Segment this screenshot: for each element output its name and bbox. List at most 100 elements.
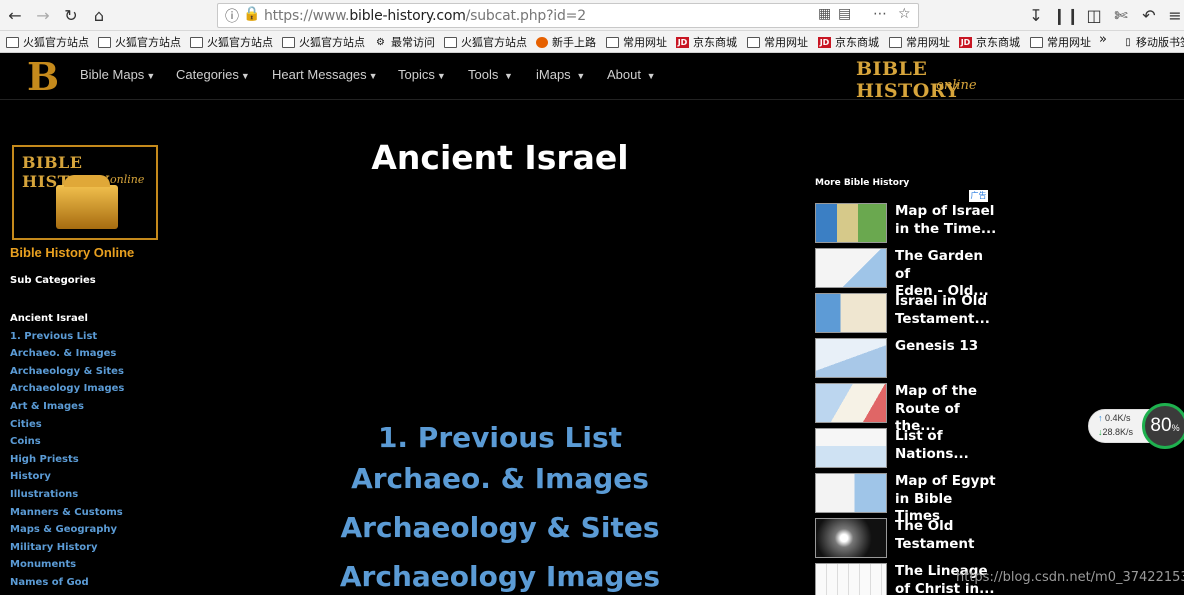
sidebar-site-title[interactable]: Bible History Online — [10, 245, 134, 260]
jd-icon: JD — [959, 36, 972, 48]
page-title: Ancient Israel — [371, 138, 629, 177]
bookmark-item[interactable]: 新手上路 — [536, 34, 596, 50]
gear-icon: ⚙ — [376, 36, 385, 48]
sub-categories-list: Ancient Israel 1. Previous List Archaeo.… — [10, 310, 190, 592]
related-item[interactable]: Map of Egypt in Bible Times — [815, 473, 1005, 524]
related-item[interactable]: Genesis 13 — [815, 338, 1005, 378]
more-bible-history-heading: More Bible History — [815, 178, 910, 188]
bookmark-item[interactable]: 火狐官方站点 — [6, 34, 89, 50]
related-item[interactable]: List of Nations... — [815, 428, 1005, 468]
folder-icon — [889, 36, 902, 48]
related-line2: Testament — [895, 535, 975, 552]
related-line1: Map of the — [895, 383, 977, 399]
reader-view-icon[interactable]: ▤ — [838, 6, 851, 22]
bookmark-item[interactable]: 常用网址 — [606, 34, 667, 50]
mobile-bookmarks[interactable]: ▯ 移动版书签 — [1124, 34, 1184, 50]
watermark: https://blog.csdn.net/m0_37422153 — [956, 570, 1184, 585]
bookmark-item[interactable]: 火狐官方站点 — [444, 34, 527, 50]
bookmarks-overflow-button[interactable]: » — [1099, 32, 1107, 47]
sub-category-item[interactable]: Art & Images — [10, 398, 190, 416]
lock-icon[interactable]: 🔒 — [243, 6, 260, 22]
undo-icon[interactable]: ↶ — [1138, 4, 1160, 26]
bookmark-item[interactable]: 常用网址 — [889, 34, 950, 50]
related-item-title: Genesis 13 — [895, 338, 1000, 356]
ad-badge[interactable]: 广告 — [969, 190, 988, 202]
bookmark-item[interactable]: 火狐官方站点 — [98, 34, 181, 50]
bookmark-label: 最常访问 — [391, 36, 435, 49]
qr-code-icon[interactable]: ▦ — [818, 6, 831, 22]
map-thumbnail — [815, 338, 887, 378]
sub-category-item[interactable]: 1. Previous List — [10, 328, 190, 346]
screenshot-icon[interactable]: ✄ — [1110, 4, 1132, 26]
main-link-archaeology-sites[interactable]: Archaeology & Sites — [280, 511, 720, 544]
sub-category-item[interactable]: High Priests — [10, 451, 190, 469]
bookmark-label: 新手上路 — [552, 36, 596, 49]
sub-category-item[interactable]: Manners & Customs — [10, 504, 190, 522]
sub-category-item[interactable]: Maps & Geography — [10, 521, 190, 539]
forward-icon[interactable]: → — [32, 4, 54, 26]
sub-category-item[interactable]: Military History — [10, 539, 190, 557]
info-icon[interactable]: ⓘ — [225, 6, 239, 26]
brand-logo[interactable]: BIBLE HISTORY online — [856, 58, 1006, 102]
back-icon[interactable]: ← — [4, 4, 26, 26]
network-speed-widget[interactable]: ↑ 0.4K/s ↓28.8K/s 80% — [1088, 403, 1184, 449]
reload-icon[interactable]: ↻ — [60, 4, 82, 26]
related-item[interactable]: Israel in Old Testament... — [815, 293, 1005, 333]
related-item[interactable]: Map of the Route of the... — [815, 383, 1005, 434]
sub-category-item[interactable]: Archaeo. & Images — [10, 345, 190, 363]
nav-categories[interactable]: Categories ▼ — [176, 67, 250, 82]
home-icon[interactable]: ⌂ — [88, 4, 110, 26]
usage-gauge[interactable]: 80% — [1142, 403, 1184, 449]
more-actions-icon[interactable]: ⋯ — [873, 6, 887, 22]
main-link-archaeology-images[interactable]: Archaeology Images — [280, 560, 720, 593]
bookmark-item[interactable]: ⚙ 最常访问 — [374, 34, 435, 50]
sub-category-item[interactable]: Names of God — [10, 574, 190, 592]
related-line2: Testament... — [895, 310, 990, 327]
menu-icon[interactable]: ≡ — [1164, 4, 1184, 26]
sub-category-item[interactable]: Archaeology Images — [10, 380, 190, 398]
bookmark-item[interactable]: 常用网址 — [747, 34, 808, 50]
bookmark-star-icon[interactable]: ☆ — [898, 6, 911, 22]
nav-topics[interactable]: Topics ▼ — [398, 67, 446, 82]
sidebar-logo[interactable]: BIBLE HISTORY online — [12, 145, 158, 240]
nav-bible-maps[interactable]: Bible Maps ▼ — [80, 67, 155, 82]
nav-heart-messages[interactable]: Heart Messages ▼ — [272, 67, 378, 82]
nav-label: Topics — [398, 67, 435, 82]
main-link-previous-list[interactable]: 1. Previous List — [280, 421, 720, 454]
nav-label: Bible Maps — [80, 67, 145, 82]
arrow-up-icon: ↑ — [1098, 413, 1103, 423]
sub-category-item[interactable]: Monuments — [10, 556, 190, 574]
nav-imaps[interactable]: iMaps ▼ — [536, 67, 585, 82]
chart-thumbnail — [815, 563, 887, 595]
url-bar[interactable]: ⓘ 🔒 https://www.bible-history.com/subcat… — [217, 3, 919, 28]
browser-toolbar: ← → ↻ ⌂ ⓘ 🔒 https://www.bible-history.co… — [0, 0, 1184, 31]
library-icon[interactable]: ❙❙ — [1053, 4, 1080, 26]
download-icon[interactable]: ↧ — [1025, 4, 1047, 26]
main-link-archaeo-images[interactable]: Archaeo. & Images — [280, 462, 720, 495]
related-item-title: List of Nations... — [895, 428, 1000, 463]
bookmark-item[interactable]: JD 京东商城 — [959, 34, 1020, 50]
mobile-bookmarks-label: 移动版书签 — [1136, 36, 1184, 49]
related-item[interactable]: Map of Israel in the Time... — [815, 203, 1005, 243]
site-logo[interactable]: B — [27, 57, 65, 97]
bookmark-item[interactable]: 火狐官方站点 — [190, 34, 273, 50]
nav-tools[interactable]: Tools ▼ — [468, 67, 513, 82]
sub-category-item[interactable]: Cities — [10, 416, 190, 434]
related-item[interactable]: The Garden of Eden - Old... — [815, 248, 1005, 299]
bookmark-item[interactable]: 常用网址 — [1030, 34, 1091, 50]
sidebar-icon[interactable]: ◫ — [1083, 4, 1105, 26]
nav-about[interactable]: About ▼ — [607, 67, 656, 82]
url-text[interactable]: https://www.bible-history.com/subcat.php… — [264, 8, 586, 24]
bookmark-item[interactable]: JD 京东商城 — [818, 34, 879, 50]
map-thumbnail — [815, 203, 887, 243]
sub-category-item[interactable]: History — [10, 468, 190, 486]
bookmark-item[interactable]: JD 京东商城 — [676, 34, 737, 50]
sub-category-item[interactable]: Illustrations — [10, 486, 190, 504]
bookmark-item[interactable]: 火狐官方站点 — [282, 34, 365, 50]
sub-category-item[interactable]: Coins — [10, 433, 190, 451]
sub-category-current[interactable]: Ancient Israel — [10, 310, 190, 328]
sub-category-item[interactable]: Archaeology & Sites — [10, 363, 190, 381]
related-item[interactable]: The Old Testament — [815, 518, 1005, 558]
site-navbar: B Bible Maps ▼ Categories ▼ Heart Messages… — [0, 54, 1184, 102]
brand-subtitle: online — [936, 78, 977, 93]
